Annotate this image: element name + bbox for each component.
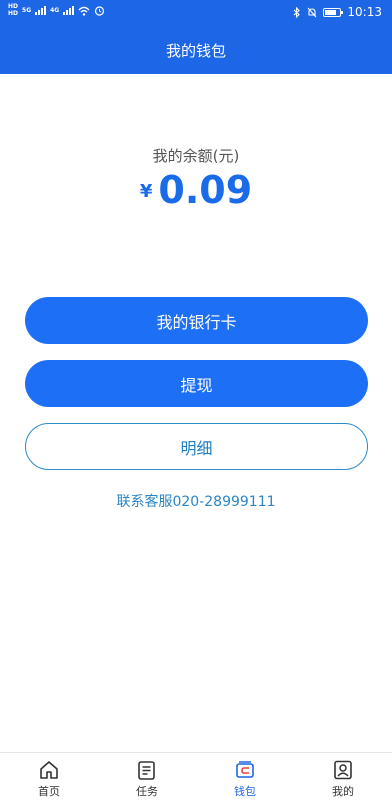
status-time: 10:13 [347,5,382,19]
battery-icon [323,7,344,17]
bluetooth-icon [294,6,301,18]
tab-wallet-label: 钱包 [234,785,256,798]
status-bar: HD HD 5G 4G 10:13 [0,0,392,26]
network-type-2: 4G [50,6,60,14]
status-left: HD HD 5G 4G [8,4,105,17]
tab-task[interactable]: 任务 [98,753,196,801]
tab-task-label: 任务 [136,785,158,798]
balance-label: 我的余额(元) [152,147,240,165]
balance-amount: 0.09 [158,168,253,212]
wifi-icon [78,6,90,16]
bottom-tabbar: 首页 任务 钱包 我的 [0,752,392,801]
mute-bell-icon [307,7,317,17]
task-icon [138,761,155,780]
tab-wallet[interactable]: 钱包 [196,753,294,801]
tab-home-label: 首页 [38,785,60,798]
currency-symbol: ¥ [139,181,153,202]
sim-indicators: HD HD [8,4,18,17]
header: HD HD 5G 4G 10:13 我的钱包 [0,0,392,74]
customer-service-link[interactable]: 联系客服020-28999111 [0,491,392,511]
alarm-icon [95,6,105,16]
profile-icon [334,760,352,780]
home-icon [40,761,58,779]
tab-profile-label: 我的 [332,785,354,798]
page-title: 我的钱包 [165,42,226,60]
network-type-1: 5G [22,6,32,14]
hd-label-2: HD [8,10,19,17]
withdraw-button[interactable]: 提现 [25,360,368,407]
balance-value: ¥0.09 [0,168,392,212]
detail-button[interactable]: 明细 [25,423,368,470]
signal-icon-2 [63,6,75,15]
tab-profile[interactable]: 我的 [294,753,392,801]
bank-card-button[interactable]: 我的银行卡 [25,297,368,344]
tab-home[interactable]: 首页 [0,753,98,801]
wallet-icon [236,761,254,778]
signal-icon-1 [35,6,47,15]
status-right: 10:13 [293,5,382,19]
